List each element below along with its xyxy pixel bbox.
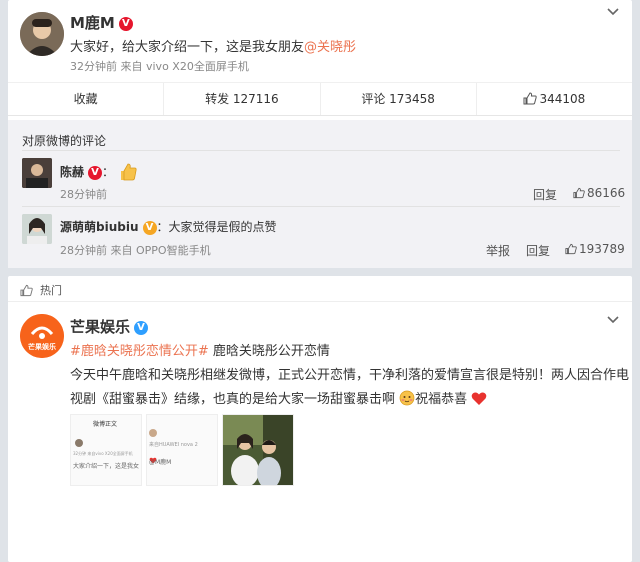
post-topic-line: #鹿晗关晓彤恋情公开# 鹿晗关晓彤公开恋情 <box>70 340 330 359</box>
verified-red-badge-icon: V <box>118 16 133 31</box>
commenter-avatar[interactable] <box>22 158 52 188</box>
author-name-text[interactable]: 芒果娱乐 <box>70 318 130 336</box>
favorite-label: 收藏 <box>73 92 98 106</box>
thumb-meta: 来自HUAWEI nova 2 <box>149 442 198 448</box>
like-button[interactable]: 344108 <box>477 83 632 115</box>
repost-button[interactable]: 转发 127116 <box>164 83 321 115</box>
comment-like-count: 86166 <box>587 186 626 200</box>
comment-time: 28分钟前 <box>60 188 107 201</box>
chevron-down-icon[interactable] <box>606 312 620 330</box>
verified-red-badge-icon: V <box>88 165 103 180</box>
thumbs-up-emoji-icon <box>118 162 138 185</box>
author-name[interactable]: M鹿M V <box>70 12 133 33</box>
mango-logo-text: 芒果娱乐 <box>28 343 56 351</box>
verified-blue-badge-icon: V <box>134 320 149 335</box>
post-text-line-2: 视剧《甜蜜暴击》结缘，也真的是给大家一场甜蜜暴击啊 祝福恭喜 <box>70 388 487 410</box>
comment-colon: ： <box>102 165 115 179</box>
post-text: 大家好，给大家介绍一下，这是我女朋友@关晓彤 <box>70 36 356 55</box>
divider <box>22 150 620 151</box>
post-text-line-2b: 祝福恭喜 <box>415 392 468 407</box>
comment-like-button[interactable]: 193789 <box>565 242 625 256</box>
thumb-text: @M鹿M <box>149 459 172 466</box>
post-text-line-2a: 视剧《甜蜜暴击》结缘，也真的是给大家一场甜蜜暴击啊 <box>70 392 396 407</box>
mango-logo-avatar[interactable]: 芒果娱乐 <box>20 314 64 358</box>
comment-text: 大家觉得是假的点赞 <box>168 220 277 234</box>
action-bar: 收藏 转发 127116 评论 173458 344108 <box>8 82 632 116</box>
comment-like-button[interactable]: 86166 <box>573 186 625 200</box>
thumb-text: 大家介绍一下，这是我女 <box>73 463 140 470</box>
report-button[interactable]: 举报 <box>486 242 510 259</box>
comment-button[interactable]: 评论 173458 <box>321 83 477 115</box>
thumbs-up-icon <box>565 243 577 255</box>
comments-header: 对原微博的评论 <box>22 134 107 148</box>
chevron-down-icon[interactable] <box>606 4 620 22</box>
thumb-title: 微博正文 <box>93 421 118 428</box>
hot-label: 热门 <box>40 284 62 297</box>
mention-link[interactable]: @关晓彤 <box>304 40 356 55</box>
weibo-post-card: M鹿M V 大家好，给大家介绍一下，这是我女朋友@关晓彤 32分钟前 来自 viv… <box>8 0 632 268</box>
image-thumbnail-photo[interactable] <box>222 414 294 486</box>
commenter-avatar[interactable] <box>22 214 52 244</box>
weibo-post-card-hot: 热门 芒果娱乐 芒果娱乐 V #鹿晗关晓彤恋情公开# 鹿晗关晓彤公开恋情 今天中午… <box>8 276 632 562</box>
like-count: 344108 <box>539 92 586 106</box>
image-thumbnail-2[interactable]: 来自HUAWEI nova 2 @M鹿M <box>146 414 218 486</box>
favorite-button[interactable]: 收藏 <box>8 83 165 115</box>
commenter-name[interactable]: 陈赫 <box>60 165 84 179</box>
avatar-mini <box>149 429 157 437</box>
thumbs-up-outline-icon <box>20 282 33 301</box>
image-thumbnail-1[interactable]: 微博正文 32分钟 来自vivo X20全面屏手机 大家介绍一下，这是我女 <box>70 414 142 486</box>
hot-header: 热门 <box>8 276 632 302</box>
reply-button[interactable]: 回复 <box>526 242 550 259</box>
divider <box>22 206 620 207</box>
repost-count: 转发 127116 <box>205 92 279 106</box>
thumb-meta: 32分钟 来自vivo X20全面屏手机 <box>73 451 133 456</box>
author-name-text[interactable]: M鹿M <box>70 14 115 32</box>
comment-meta: 28分钟前 来自 OPPO智能手机 <box>60 244 211 257</box>
thumbs-up-icon <box>573 187 585 199</box>
post-text-body: 大家好，给大家介绍一下，这是我女朋友 <box>70 40 305 55</box>
topic-link[interactable]: #鹿晗关晓彤恋情公开# <box>70 344 209 359</box>
avatar-mini <box>75 439 83 447</box>
thumb-mention: @M鹿M <box>149 457 171 466</box>
post-text-line-1: 今天中午鹿晗和关晓彤相继发微博，正式公开恋情，干净利落的爱情宣言很是特别！两人因… <box>70 368 630 383</box>
topic-rest: 鹿晗关晓彤公开恋情 <box>208 344 330 359</box>
post-meta: 32分钟前 来自 vivo X20全面屏手机 <box>70 60 249 73</box>
comment-colon: ： <box>156 220 169 234</box>
comments-section: 对原微博的评论 陈赫 V： 28分钟前 回复 86166 源萌萌biubiu V ：大… <box>8 120 632 268</box>
comment-line: 陈赫 V： <box>60 162 138 185</box>
comment-line: 源萌萌biubiu V ：大家觉得是假的点赞 <box>60 218 277 235</box>
commenter-name[interactable]: 源萌萌biubiu <box>60 220 139 234</box>
heart-emoji-icon <box>471 391 487 410</box>
verified-gold-badge-icon: V <box>142 220 157 235</box>
author-name[interactable]: 芒果娱乐 V <box>70 316 149 337</box>
comment-count: 评论 173458 <box>361 92 435 106</box>
reply-button[interactable]: 回复 <box>533 186 557 203</box>
blushing-emoji-icon <box>399 390 415 410</box>
author-avatar[interactable] <box>20 12 64 56</box>
thumbs-up-icon <box>523 92 538 105</box>
comment-like-count: 193789 <box>579 242 625 256</box>
